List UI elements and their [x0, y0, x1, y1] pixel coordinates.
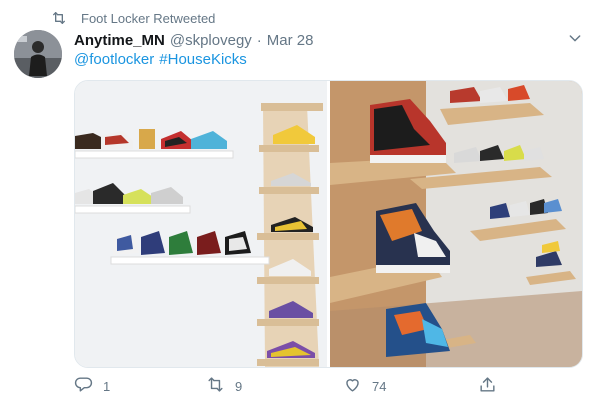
retweet-icon: [206, 375, 225, 397]
tweet-media: [74, 80, 583, 368]
like-count: 74: [372, 378, 387, 394]
share-icon: [478, 375, 497, 397]
avatar[interactable]: [14, 30, 62, 78]
tweet-text: @footlocker #HouseKicks: [74, 51, 247, 71]
hashtag-link[interactable]: #HouseKicks: [159, 51, 247, 71]
display-name[interactable]: Anytime_MN: [74, 32, 165, 49]
retweet-context[interactable]: Foot Locker Retweeted: [51, 9, 215, 27]
tweet-date[interactable]: Mar 28: [267, 32, 314, 49]
user-handle[interactable]: @skplovegy: [170, 32, 252, 49]
retweet-button[interactable]: 9: [206, 373, 242, 399]
like-icon: [343, 375, 362, 397]
media-photo-left[interactable]: [75, 81, 327, 367]
tweet-header: Anytime_MN @skplovegy · Mar 28: [74, 29, 313, 51]
separator-dot: ·: [256, 31, 262, 49]
retweet-icon: [51, 10, 67, 26]
reply-icon: [74, 375, 93, 397]
retweet-count: 9: [235, 378, 243, 394]
chevron-down-icon[interactable]: [567, 30, 583, 46]
reply-button[interactable]: 1: [74, 373, 110, 399]
mention-link[interactable]: @footlocker: [74, 51, 154, 71]
reply-count: 1: [103, 378, 111, 394]
share-button[interactable]: [478, 373, 497, 399]
media-photo-right[interactable]: [330, 81, 582, 367]
retweet-label: Foot Locker Retweeted: [81, 10, 216, 26]
like-button[interactable]: 74: [343, 373, 386, 399]
